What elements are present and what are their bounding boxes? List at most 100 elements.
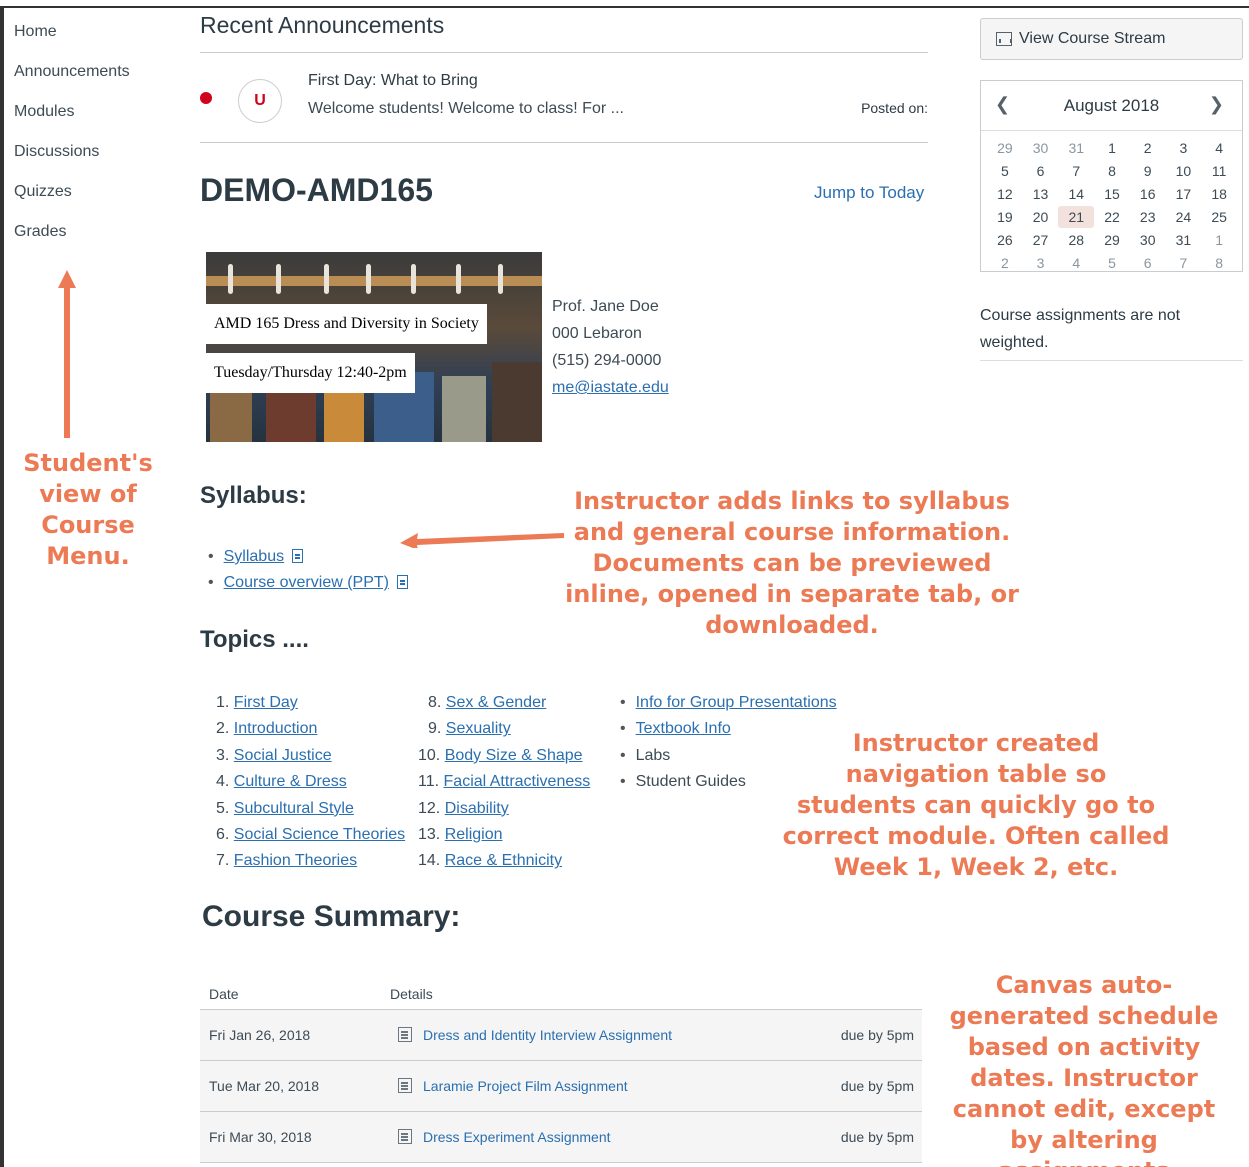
- calendar-day[interactable]: 2: [1130, 137, 1166, 159]
- group-presentations-link[interactable]: Info for Group Presentations: [636, 694, 837, 711]
- calendar-day[interactable]: 4: [1058, 252, 1094, 274]
- view-course-stream-button[interactable]: View Course Stream: [980, 18, 1243, 60]
- assignment-link[interactable]: Dress Experiment Assignment: [423, 1129, 611, 1145]
- calendar-day[interactable]: 15: [1094, 183, 1130, 205]
- calendar-day[interactable]: 21: [1058, 206, 1095, 228]
- calendar-day[interactable]: 20: [1023, 206, 1059, 228]
- topic-link[interactable]: Facial Attractiveness: [444, 773, 591, 790]
- callout-schedule: Canvas auto-generated schedule based on …: [949, 971, 1219, 1167]
- calendar-day[interactable]: 7: [1058, 160, 1094, 182]
- calendar-day[interactable]: 31: [1166, 229, 1202, 251]
- nav-home[interactable]: Home: [14, 18, 184, 58]
- document-preview-icon[interactable]: [292, 549, 304, 563]
- calendar-day[interactable]: 9: [1130, 160, 1166, 182]
- announcement-title[interactable]: First Day: What to Bring: [308, 72, 478, 90]
- calendar-day[interactable]: 30: [1130, 229, 1166, 251]
- bullet: •: [208, 548, 214, 565]
- topic-link[interactable]: Race & Ethnicity: [445, 852, 562, 869]
- calendar-day[interactable]: 1: [1201, 229, 1237, 251]
- calendar-day[interactable]: 8: [1201, 252, 1237, 274]
- topic-link[interactable]: Social Science Theories: [234, 826, 405, 843]
- topic-link[interactable]: Fashion Theories: [234, 852, 357, 869]
- labs-text: Labs: [635, 746, 671, 764]
- calendar-day[interactable]: 1: [1094, 137, 1130, 159]
- calendar-day[interactable]: 6: [1023, 160, 1059, 182]
- calendar-day[interactable]: 3: [1023, 252, 1059, 274]
- course-banner-image: AMD 165 Dress and Diversity in Society T…: [206, 252, 542, 442]
- list-item: 3. Social Justice: [216, 743, 405, 769]
- chevron-right-icon[interactable]: ❯: [1209, 94, 1224, 115]
- table-row: Fri Jan 26, 2018 Dress and Identity Inte…: [200, 1010, 922, 1061]
- calendar-day[interactable]: 18: [1201, 183, 1237, 205]
- course-title: DEMO-AMD165: [200, 172, 433, 208]
- topic-link[interactable]: Sexuality: [446, 720, 511, 737]
- syllabus-link[interactable]: Syllabus: [224, 548, 284, 565]
- assignment-link[interactable]: Dress and Identity Interview Assignment: [423, 1027, 672, 1043]
- calendar-day[interactable]: 8: [1094, 160, 1130, 182]
- topic-link[interactable]: Body Size & Shape: [445, 747, 583, 764]
- calendar-day[interactable]: 4: [1201, 137, 1237, 159]
- calendar-day[interactable]: 25: [1201, 206, 1237, 228]
- document-preview-icon[interactable]: [396, 575, 408, 589]
- mini-calendar: ❮ August 2018 ❯ 29 30 31 1 2 3 4 5 6 7 8 9 10 11 12 13 1…: [980, 80, 1243, 272]
- topic-number: 7.: [216, 852, 230, 870]
- row-due: due by 5pm: [840, 1027, 914, 1043]
- calendar-day[interactable]: 30: [1023, 137, 1059, 159]
- topic-link[interactable]: First Day: [234, 694, 298, 711]
- bullet: •: [620, 720, 626, 738]
- nav-grades[interactable]: Grades: [14, 218, 184, 258]
- calendar-day[interactable]: 16: [1130, 183, 1166, 205]
- row-due: due by 5pm: [840, 1129, 914, 1145]
- nav-discussions[interactable]: Discussions: [14, 138, 184, 178]
- topic-link[interactable]: Sex & Gender: [446, 694, 547, 711]
- calendar-day[interactable]: 22: [1094, 206, 1130, 228]
- calendar-day[interactable]: 27: [1023, 229, 1059, 251]
- calendar-day[interactable]: 13: [1023, 183, 1059, 205]
- calendar-day[interactable]: 3: [1166, 137, 1202, 159]
- course-overview-link[interactable]: Course overview (PPT): [224, 574, 389, 591]
- topic-link[interactable]: Subcultural Style: [234, 800, 354, 817]
- calendar-day[interactable]: 31: [1058, 137, 1094, 159]
- topic-number: 6.: [216, 826, 230, 844]
- nav-quizzes[interactable]: Quizzes: [14, 178, 184, 218]
- calendar-day[interactable]: 12: [987, 183, 1023, 205]
- calendar-day[interactable]: 6: [1130, 252, 1166, 274]
- unread-dot-icon: [200, 92, 212, 104]
- calendar-day[interactable]: 24: [1166, 206, 1202, 228]
- calendar-day[interactable]: 29: [987, 137, 1023, 159]
- topic-link[interactable]: Religion: [445, 826, 503, 843]
- topic-number: 1.: [216, 694, 230, 711]
- calendar-day[interactable]: 14: [1058, 183, 1094, 205]
- course-summary-table: Date Details Fri Jan 26, 2018 Dress and …: [200, 978, 922, 1163]
- textbook-info-link[interactable]: Textbook Info: [636, 720, 731, 737]
- calendar-day[interactable]: 7: [1166, 252, 1202, 274]
- calendar-day[interactable]: 17: [1166, 183, 1202, 205]
- assignment-link[interactable]: Laramie Project Film Assignment: [423, 1078, 628, 1094]
- banner-hanger: [324, 264, 329, 294]
- list-item: 2. Introduction: [216, 716, 405, 742]
- column-header-details: Details: [390, 986, 433, 1002]
- calendar-day[interactable]: 5: [987, 160, 1023, 182]
- calendar-day[interactable]: 26: [987, 229, 1023, 251]
- calendar-day[interactable]: 29: [1094, 229, 1130, 251]
- topic-link[interactable]: Culture & Dress: [234, 773, 347, 790]
- instructor-phone: (515) 294-0000: [552, 352, 662, 369]
- calendar-day[interactable]: 2: [987, 252, 1023, 274]
- calendar-day[interactable]: 11: [1201, 160, 1237, 182]
- announcement-item[interactable]: U First Day: What to Bring Welcome stude…: [200, 66, 928, 126]
- instructor-email-link[interactable]: me@iastate.edu: [552, 379, 669, 396]
- calendar-day[interactable]: 5: [1094, 252, 1130, 274]
- nav-announcements[interactable]: Announcements: [14, 58, 184, 98]
- calendar-day[interactable]: 28: [1058, 229, 1094, 251]
- calendar-day[interactable]: 23: [1130, 206, 1166, 228]
- table-header: Date Details: [200, 978, 922, 1010]
- jump-to-today-link[interactable]: Jump to Today: [814, 183, 924, 203]
- nav-modules[interactable]: Modules: [14, 98, 184, 138]
- topic-link[interactable]: Disability: [445, 800, 509, 817]
- topic-link[interactable]: Social Justice: [234, 747, 332, 764]
- calendar-day[interactable]: 10: [1166, 160, 1202, 182]
- list-item: 11. Facial Attractiveness: [418, 769, 590, 795]
- topic-link[interactable]: Introduction: [234, 720, 318, 737]
- calendar-day[interactable]: 19: [987, 206, 1023, 228]
- topic-number: 3.: [216, 746, 230, 764]
